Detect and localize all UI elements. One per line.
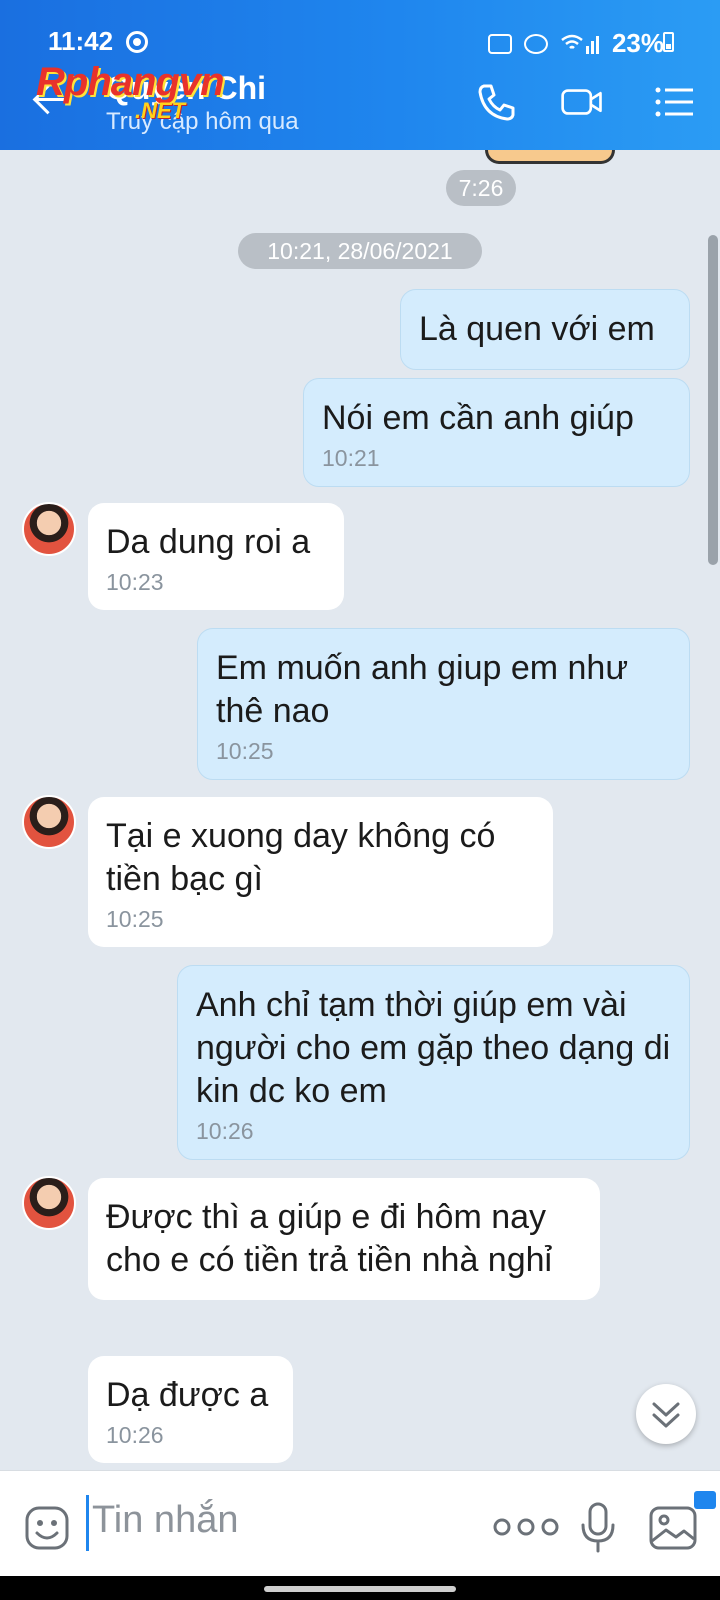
status-icons: 23% <box>487 28 664 59</box>
menu-list-icon[interactable] <box>652 80 696 124</box>
system-nav-bar <box>0 1576 720 1600</box>
message-bubble-outgoing[interactable]: Anh chỉ tạm thời giúp em vài người cho e… <box>177 965 690 1160</box>
message-time: 10:25 <box>216 738 274 764</box>
message-bubble-outgoing[interactable]: Em muốn anh giup em như thê nao 10:25 <box>197 628 690 780</box>
scroll-down-button[interactable] <box>636 1384 696 1444</box>
phone-icon[interactable] <box>474 80 518 124</box>
notification-icon <box>487 33 512 54</box>
message-bubble-incoming[interactable]: Dạ được a 10:26 <box>88 1356 293 1463</box>
watermark-logo: Rphangvn <box>36 60 225 104</box>
gallery-icon[interactable] <box>648 1505 698 1551</box>
message-time: 10:26 <box>106 1422 164 1448</box>
top-bar: 11:42 23% Quyen Chi Truy cập hôm qua Rph… <box>0 0 720 150</box>
screen-record-icon <box>126 31 148 53</box>
status-time: 11:42 <box>48 26 114 56</box>
message-time: 10:26 <box>196 1118 254 1144</box>
message-bubble-outgoing[interactable]: Nói em cần anh giúp 10:21 <box>303 378 690 487</box>
gallery-badge-icon <box>694 1491 716 1509</box>
message-text: Em muốn anh giup em như thê nao <box>216 649 629 730</box>
video-call-icon[interactable] <box>560 80 610 124</box>
wifi-signal-icon <box>561 34 599 54</box>
more-icon[interactable] <box>490 1515 570 1539</box>
message-bubble-incoming[interactable]: Tại e xuong day không có tiền bạc gì 10:… <box>88 797 553 947</box>
message-text: Anh chỉ tạm thời giúp em vài người cho e… <box>196 986 671 1110</box>
message-text: Nói em cần anh giúp <box>322 399 634 437</box>
watermark-logo-sub: .NET <box>135 98 186 123</box>
message-time: 10:25 <box>106 906 164 932</box>
emoji-icon[interactable] <box>24 1505 70 1551</box>
message-bubble-incoming[interactable]: Da dung roi a 10:23 <box>88 503 344 610</box>
message-text: Là quen với em <box>419 310 655 348</box>
battery-percent: 23% <box>611 28 664 58</box>
message-time: 10:21 <box>322 445 380 471</box>
home-indicator[interactable] <box>264 1586 456 1592</box>
microphone-icon[interactable] <box>578 1501 618 1555</box>
date-divider: 10:21, 28/06/2021 <box>238 233 482 269</box>
message-text: Tại e xuong day không có tiền bạc gì <box>106 817 496 898</box>
text-caret <box>86 1495 89 1551</box>
contact-avatar[interactable] <box>22 795 76 849</box>
message-text: Được thì a giúp e đi hôm nay cho e có ti… <box>106 1198 553 1279</box>
message-composer: Tin nhắn <box>0 1470 720 1576</box>
sticker-partial[interactable] <box>485 150 615 164</box>
scrollbar[interactable] <box>708 235 718 565</box>
status-bar: 11:42 23% <box>0 0 720 60</box>
sticker-time-pill: 7:26 <box>446 170 516 206</box>
message-bubble-outgoing[interactable]: Là quen với em <box>400 289 690 370</box>
message-time: 10:23 <box>106 569 164 595</box>
message-input[interactable]: Tin nhắn <box>92 1499 238 1542</box>
message-text: Da dung roi a <box>106 523 311 561</box>
battery-icon <box>663 32 674 52</box>
alarm-icon <box>523 33 548 54</box>
contact-avatar[interactable] <box>22 1176 76 1230</box>
contact-avatar[interactable] <box>22 502 76 556</box>
message-bubble-incoming[interactable]: Được thì a giúp e đi hôm nay cho e có ti… <box>88 1178 600 1300</box>
message-text: Dạ được a <box>106 1376 269 1414</box>
chat-header: Quyen Chi Truy cập hôm qua Rphangvn .NET <box>0 60 720 150</box>
scroll-down-icon <box>652 1402 680 1428</box>
